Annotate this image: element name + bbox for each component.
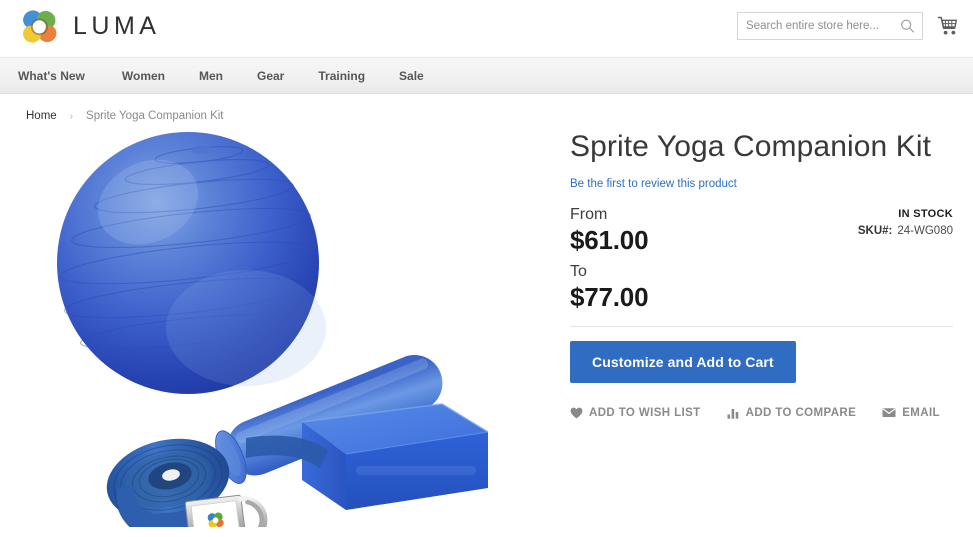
shopping-cart-icon[interactable] [937,15,959,37]
nav-item-women[interactable]: Women [105,59,182,93]
main-navigation: What's New Women Men Gear Training Sale [0,58,973,94]
chevron-right-icon: › [69,110,74,122]
nav-item-training[interactable]: Training [301,59,382,93]
product-image[interactable] [50,132,510,537]
price-to-group: To $77.00 [570,261,953,314]
stock-block: IN STOCK SKU#: 24-WG080 [858,208,953,237]
price-to-value: $77.00 [570,282,649,313]
add-to-wish-list-label: Add to Wish List [589,406,701,419]
site-header: LUMA [0,0,973,58]
compare-bars-icon [727,407,740,419]
breadcrumb-current: Sprite Yoga Companion Kit [86,110,224,122]
brand-name: LUMA [73,11,161,40]
price-and-stock: IN STOCK SKU#: 24-WG080 From $61.00 To $7… [570,204,953,316]
product-main: Sprite Yoga Companion Kit Be the first t… [0,124,973,537]
add-to-compare-link[interactable]: Add to Compare [727,407,857,419]
sku-value: 24-WG080 [897,224,953,237]
product-detail-page: LUMA Search entire store here... What's … [0,0,973,537]
add-to-wish-list-link[interactable]: Add to Wish List [570,407,701,419]
search-icon[interactable] [900,19,915,34]
heart-icon [570,407,583,419]
nav-item-sale[interactable]: Sale [382,59,441,93]
nav-item-men[interactable]: Men [182,59,240,93]
review-link[interactable]: Be the first to review this product [570,178,737,190]
search-box[interactable] [737,12,923,40]
site-logo[interactable]: LUMA [18,7,160,47]
breadcrumb: Home › Sprite Yoga Companion Kit [0,94,973,124]
sku-line: SKU#: 24-WG080 [858,225,953,237]
email-link[interactable]: Email [882,407,940,419]
sku-label: SKU#: [857,224,893,237]
search-input[interactable] [738,13,890,39]
header-utilities [737,12,959,40]
breadcrumb-home[interactable]: Home [26,110,57,122]
add-to-compare-label: Add to Compare [745,406,857,419]
nav-item-whats-new[interactable]: What's New [18,59,105,93]
envelope-icon [882,407,896,418]
nav-item-gear[interactable]: Gear [240,59,301,93]
email-label: Email [902,406,940,419]
product-actions: Add to Wish List Add to Compare [570,407,953,419]
status-badge: IN STOCK [898,207,953,220]
product-media [0,124,560,537]
section-divider [570,325,953,327]
price-to-label: To [570,262,587,280]
luma-flower-logo-icon [18,7,60,47]
page-title: Sprite Yoga Companion Kit [570,130,932,163]
customize-add-to-cart-button[interactable]: Customize and Add to Cart [570,340,796,383]
product-info: Sprite Yoga Companion Kit Be the first t… [560,124,973,529]
